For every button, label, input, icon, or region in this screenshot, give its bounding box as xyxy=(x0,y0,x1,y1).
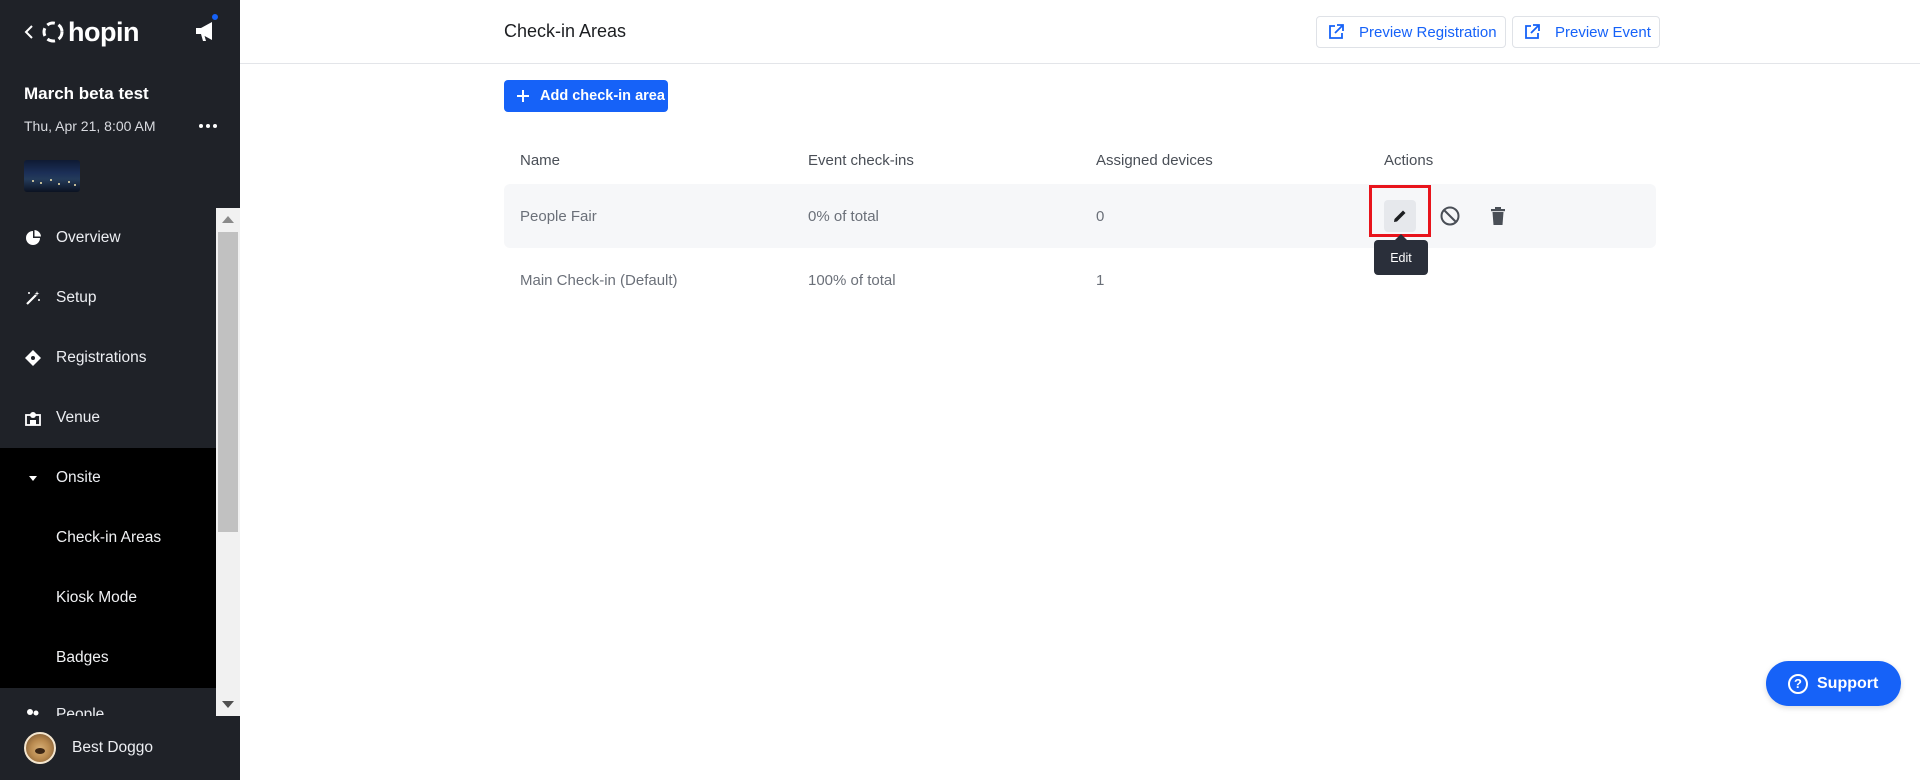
delete-button[interactable] xyxy=(1482,200,1514,232)
table-header: Name Event check-ins Assigned devices Ac… xyxy=(504,136,1656,184)
support-label: Support xyxy=(1817,674,1879,692)
magic-wand-icon xyxy=(24,289,42,307)
sidebar-item-label: Venue xyxy=(56,409,100,426)
logo-text: hopin xyxy=(68,16,139,47)
trash-icon xyxy=(1491,207,1505,225)
venue-icon xyxy=(24,409,42,427)
external-link-icon xyxy=(1329,24,1344,39)
column-header-name: Name xyxy=(520,151,561,169)
sidebar-item-badges[interactable]: Badges xyxy=(0,628,216,688)
sidebar-item-registrations[interactable]: Registrations xyxy=(0,328,216,388)
cell-event-check-ins: 0% of total xyxy=(808,207,879,225)
external-link-icon xyxy=(1525,24,1540,39)
event-thumbnail xyxy=(24,160,80,192)
cell-event-check-ins: 100% of total xyxy=(808,271,896,289)
sidebar: hopin March beta test Thu, Apr 21, 8:00 … xyxy=(0,0,240,780)
cell-assigned-devices: 0 xyxy=(1096,207,1105,225)
cell-name: Main Check-in (Default) xyxy=(520,271,678,289)
preview-registration-label: Preview Registration xyxy=(1359,23,1497,41)
plus-icon xyxy=(517,90,529,102)
add-check-in-area-button[interactable]: Add check-in area xyxy=(504,80,668,112)
column-header-actions: Actions xyxy=(1384,151,1434,169)
table-row: People Fair 0% of total 0 xyxy=(504,184,1656,248)
support-button[interactable]: ? Support xyxy=(1766,661,1901,706)
page-title: Check-in Areas xyxy=(504,21,627,41)
more-options-icon[interactable] xyxy=(196,116,220,136)
sidebar-scrollbar[interactable] xyxy=(216,208,240,716)
cell-assigned-devices: 1 xyxy=(1096,271,1105,289)
sidebar-item-label: Onsite xyxy=(56,469,101,486)
pencil-icon xyxy=(1394,210,1406,222)
column-header-event-check-ins: Event check-ins xyxy=(808,151,914,169)
sidebar-item-label: Setup xyxy=(56,289,97,306)
column-header-assigned-devices: Assigned devices xyxy=(1096,151,1213,169)
edit-tooltip: Edit xyxy=(1374,234,1428,275)
user-menu[interactable]: Best Doggo xyxy=(0,716,240,780)
sidebar-item-venue[interactable]: Venue xyxy=(0,388,216,448)
ticket-icon xyxy=(24,349,42,367)
preview-event-button[interactable]: Preview Event xyxy=(1512,16,1660,48)
sidebar-item-label: Overview xyxy=(56,229,121,246)
avatar xyxy=(24,732,56,764)
preview-event-label: Preview Event xyxy=(1555,23,1651,41)
block-icon xyxy=(1440,206,1460,226)
scroll-down-icon[interactable] xyxy=(222,701,234,708)
chevron-left-icon[interactable] xyxy=(22,22,36,42)
sidebar-item-overview[interactable]: Overview xyxy=(0,208,216,268)
megaphone-icon[interactable] xyxy=(192,18,222,44)
edit-button[interactable] xyxy=(1384,200,1416,232)
event-date: Thu, Apr 21, 8:00 AM xyxy=(24,118,156,134)
disable-button[interactable] xyxy=(1434,200,1466,232)
sidebar-item-onsite[interactable]: Onsite xyxy=(0,448,216,508)
sidebar-item-setup[interactable]: Setup xyxy=(0,268,216,328)
scrollbar-thumb[interactable] xyxy=(218,232,238,532)
sidebar-nav: Overview Setup Registrations Venue Onsit… xyxy=(0,208,216,728)
hopin-logo-icon xyxy=(42,21,64,43)
caret-down-icon xyxy=(24,469,42,487)
top-header: Check-in Areas Preview Registration Prev… xyxy=(240,0,1920,64)
app-root: hopin March beta test Thu, Apr 21, 8:00 … xyxy=(0,0,1920,780)
add-check-in-area-label: Add check-in area xyxy=(540,88,665,104)
help-icon: ? xyxy=(1788,673,1808,694)
preview-registration-button[interactable]: Preview Registration xyxy=(1316,16,1506,48)
sidebar-item-check-in-areas[interactable]: Check-in Areas xyxy=(0,508,216,568)
table-row: Main Check-in (Default) 100% of total 1 xyxy=(504,248,1656,312)
check-in-areas-table: Name Event check-ins Assigned devices Ac… xyxy=(504,136,1656,312)
pie-chart-icon xyxy=(24,229,42,247)
sidebar-header: hopin xyxy=(0,0,240,64)
notification-dot xyxy=(210,12,220,22)
sidebar-item-kiosk-mode[interactable]: Kiosk Mode xyxy=(0,568,216,628)
cell-name: People Fair xyxy=(520,207,597,225)
sidebar-item-label: Registrations xyxy=(56,349,147,366)
user-name: Best Doggo xyxy=(72,739,153,756)
hopin-logo[interactable]: hopin xyxy=(42,16,139,48)
scroll-up-icon[interactable] xyxy=(222,216,234,223)
event-title: March beta test xyxy=(24,84,149,103)
